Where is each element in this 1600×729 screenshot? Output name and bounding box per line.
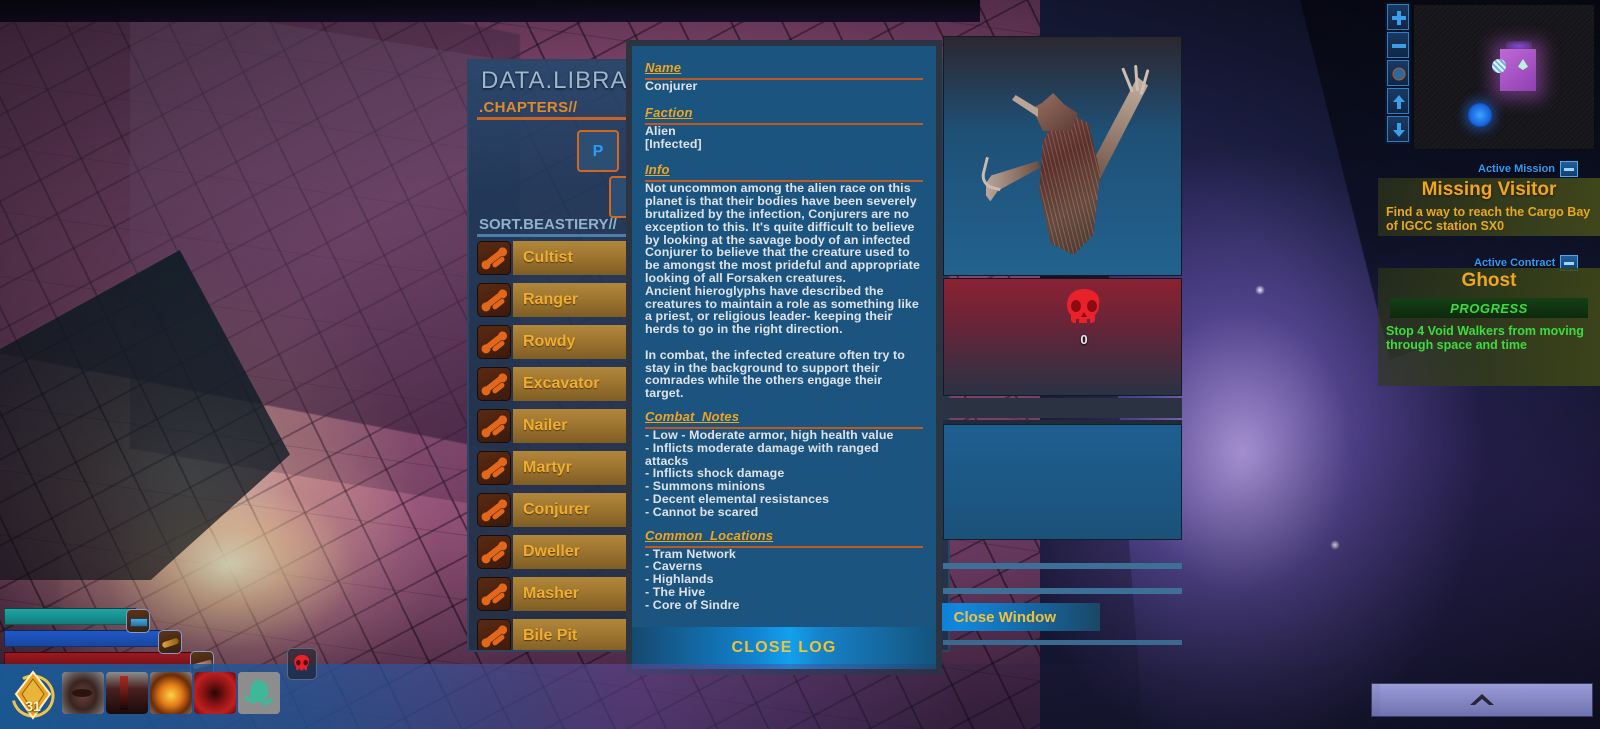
panel-strip (943, 588, 1182, 594)
log-section-body: - Tram Network - Caverns - Highlands - T… (645, 546, 740, 612)
skull-icon (294, 654, 309, 671)
minimap-planet-marker (1468, 103, 1492, 127)
stamina-bar (4, 608, 136, 625)
minimize-mission-button[interactable] (1560, 161, 1579, 177)
bone-icon (477, 409, 511, 443)
minimap-player-marker (1492, 59, 1506, 73)
level-down-icon[interactable] (1387, 116, 1409, 142)
creature-portrait-panel (943, 36, 1182, 276)
bone-icon (477, 535, 511, 569)
active-mission-panel: Missing Visitor Find a way to reach the … (1378, 178, 1600, 236)
kill-count-panel: 0 (943, 278, 1182, 396)
close-log-button[interactable]: CLOSE LOG (632, 627, 936, 669)
bone-icon (477, 577, 511, 611)
active-mission-label: Active Mission (1478, 163, 1556, 175)
bone-icon (477, 619, 511, 650)
bone-icon (477, 451, 511, 485)
log-section-heading: Info (645, 162, 670, 178)
entry-detail-block (943, 424, 1182, 540)
active-contract-panel: Ghost PROGRESS Stop 4 Void Walkers from … (1378, 268, 1600, 386)
chevron-up-icon (1469, 693, 1495, 707)
contract-title: Ghost (1461, 270, 1517, 291)
bone-icon (477, 241, 511, 275)
contract-progress-bar: PROGRESS (1390, 298, 1588, 318)
player-level-badge: 31 (10, 668, 56, 722)
skull-icon (1062, 287, 1106, 331)
bone-icon (477, 283, 511, 317)
mission-title: Missing Visitor (1421, 179, 1557, 200)
zoom-in-icon[interactable] (1387, 4, 1409, 30)
log-section-body: - Low - Moderate armor, high health valu… (645, 427, 894, 519)
mission-description: Find a way to reach the Cargo Bay of IGC… (1386, 205, 1591, 233)
log-content: Name Conjurer Faction Alien [Infected] I… (632, 46, 936, 631)
player-level-value: 31 (25, 698, 41, 714)
panel-strip (943, 563, 1182, 569)
minimap-station-marker (1500, 49, 1536, 91)
chapter-button-p[interactable]: P (577, 130, 619, 172)
minimap-widget (1385, 2, 1597, 150)
quick-slot-ammo[interactable] (158, 630, 182, 654)
recenter-icon[interactable] (1387, 60, 1409, 86)
effect-slot-2[interactable] (106, 672, 148, 714)
expand-panel-button[interactable] (1371, 683, 1593, 717)
kill-count-value: 0 (1080, 332, 1088, 347)
minimap-controls (1385, 2, 1411, 144)
log-section-body: Alien [Infected] (645, 123, 702, 151)
level-up-icon[interactable] (1387, 88, 1409, 114)
effect-slot-1[interactable] (62, 672, 104, 714)
log-section-heading: Faction (645, 104, 693, 120)
zoom-out-icon[interactable] (1387, 32, 1409, 58)
conjurer-creature-portrait (974, 55, 1164, 267)
effect-slot-5[interactable] (238, 672, 280, 714)
log-section-body: Conjurer (645, 79, 698, 93)
log-section-heading: Name (645, 60, 682, 75)
effect-slot-4[interactable] (194, 672, 236, 714)
active-mission-header: Active Mission (1478, 161, 1579, 177)
death-counter-slot[interactable] (287, 648, 317, 680)
minimap-canvas[interactable] (1413, 4, 1595, 150)
bone-icon (477, 367, 511, 401)
log-section-heading: Combat_Notes (645, 408, 740, 424)
effect-slot-3[interactable] (150, 672, 192, 714)
contract-description: Stop 4 Void Walkers from moving through … (1386, 324, 1584, 352)
log-section-heading: Common_Locations (645, 527, 774, 543)
panel-strip (943, 398, 1182, 418)
quick-slot-medkit[interactable] (126, 609, 150, 633)
bone-icon (477, 493, 511, 527)
bone-icon (477, 325, 511, 359)
beast-log-dialog: Name Conjurer Faction Alien [Infected] I… (626, 40, 942, 675)
log-section-body: Not uncommon among the alien race on thi… (645, 181, 920, 401)
panel-strip (943, 640, 1182, 645)
